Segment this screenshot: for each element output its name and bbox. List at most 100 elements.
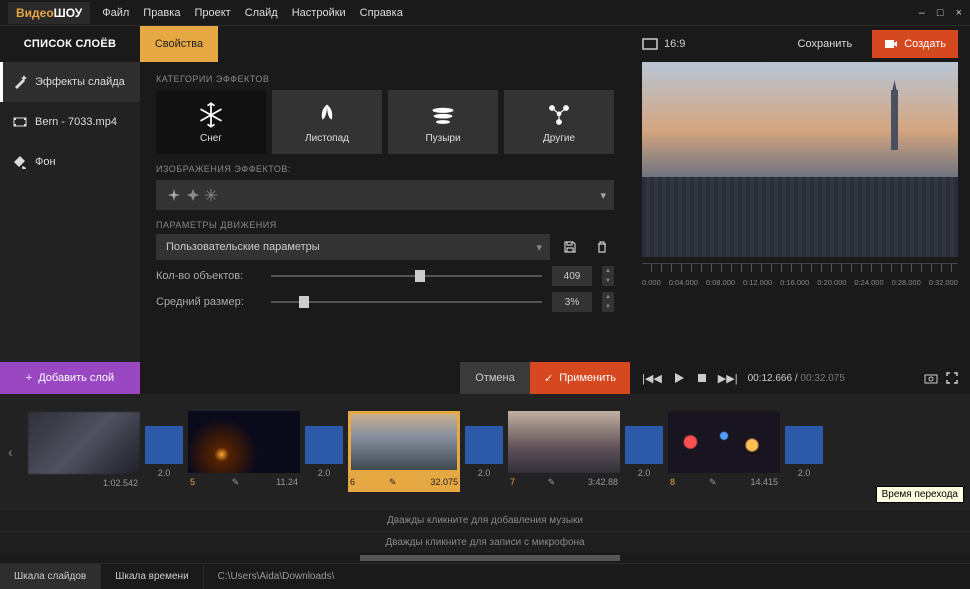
tab-properties[interactable]: Свойства <box>140 26 218 62</box>
menu-items: Файл Правка Проект Слайд Настройки Справ… <box>102 7 403 19</box>
sparkle-icon-1 <box>166 187 182 203</box>
object-count-row: Кол-во объектов: 409 ▲▼ <box>156 266 614 286</box>
transition-1[interactable]: 2.0 <box>144 426 184 478</box>
transition-4[interactable]: 2.0 <box>624 426 664 478</box>
effect-cat-other[interactable]: Другие <box>504 90 614 154</box>
menu-bar: ВидеоШОУ Файл Правка Проект Слайд Настро… <box>0 0 970 26</box>
apply-button[interactable]: ✓ Применить <box>530 362 630 394</box>
effect-cat-bubbles[interactable]: Пузыри <box>388 90 498 154</box>
size-value[interactable]: 3% <box>552 292 592 312</box>
slide-thumb-8[interactable]: 8✎14.415 <box>668 411 780 492</box>
leaves-label: Листопад <box>305 133 349 144</box>
leaf-icon <box>313 101 341 129</box>
size-label: Средний размер: <box>156 296 261 308</box>
menu-edit[interactable]: Правка <box>143 7 180 19</box>
horizontal-scrollbar[interactable] <box>0 553 970 563</box>
effect-cat-leaves[interactable]: Листопад <box>272 90 382 154</box>
sparkle-icon-3 <box>204 188 218 202</box>
delete-preset-button[interactable] <box>590 235 614 259</box>
size-slider[interactable] <box>271 301 542 303</box>
layer-effects-label: Эффекты слайда <box>35 76 125 88</box>
pencil-icon: ✎ <box>232 477 240 488</box>
mic-track[interactable]: Дважды кликните для записи с микрофона <box>0 531 970 553</box>
snowflake-icon <box>197 101 225 129</box>
count-spinner[interactable]: ▲▼ <box>602 266 614 286</box>
pencil-icon: ✎ <box>389 477 397 488</box>
motion-preset-select[interactable]: Пользовательские параметры ▾ <box>156 234 550 260</box>
transition-3[interactable]: 2.0 <box>464 426 504 478</box>
monitor-icon <box>642 38 658 50</box>
logo-text-2: ШОУ <box>54 6 83 20</box>
size-spinner[interactable]: ▲▼ <box>602 292 614 312</box>
wand-icon <box>13 75 27 89</box>
slide-thumb-partial[interactable]: 1:02.542 <box>28 412 140 492</box>
timeline-ruler[interactable]: 0.000 0:04.000 0:08.000 0:12.000 0:16.00… <box>642 263 958 287</box>
save-button[interactable]: Сохранить <box>788 32 863 56</box>
chevron-down-icon: ▾ <box>600 189 606 202</box>
layer-slide-effects[interactable]: Эффекты слайда <box>0 62 140 102</box>
thumb3-num: 6 <box>350 477 355 488</box>
minimize-icon[interactable]: – <box>919 7 925 19</box>
maximize-icon[interactable]: □ <box>937 7 944 19</box>
add-layer-button[interactable]: + Добавить слой <box>0 362 140 394</box>
window-controls: – □ × <box>919 7 962 19</box>
menu-file[interactable]: Файл <box>102 7 129 19</box>
menu-slide[interactable]: Слайд <box>245 7 278 19</box>
trans4-time: 2.0 <box>638 468 651 478</box>
add-layer-label: Добавить слой <box>38 372 114 384</box>
transition-5[interactable]: 2.0 <box>784 426 824 478</box>
effect-cat-snow[interactable]: Снег <box>156 90 266 154</box>
slide-thumb-6[interactable]: 6✎32.075 <box>348 411 460 492</box>
trans2-time: 2.0 <box>318 468 331 478</box>
tab-slide-scale[interactable]: Шкала слайдов <box>0 564 101 589</box>
sparkle-icon-2 <box>186 188 200 202</box>
create-button[interactable]: Создать <box>872 30 958 58</box>
save-preset-button[interactable] <box>558 235 582 259</box>
transition-tooltip: Время перехода <box>876 486 964 503</box>
properties-panel: КАТЕГОРИИ ЭФФЕКТОВ Снег Листопад Пузыри <box>140 62 630 362</box>
cancel-button[interactable]: Отмена <box>460 362 530 394</box>
main-area: СПИСОК СЛОЁВ Свойства Эффекты слайда Ber… <box>0 26 970 362</box>
bubbles-label: Пузыри <box>425 133 460 144</box>
layer-background[interactable]: Фон <box>0 142 140 182</box>
nodes-icon <box>545 101 573 129</box>
effect-categories: Снег Листопад Пузыри Другие <box>156 90 614 154</box>
preset-value: Пользовательские параметры <box>166 241 320 253</box>
close-icon[interactable]: × <box>956 7 962 19</box>
count-label: Кол-во объектов: <box>156 270 261 282</box>
tab-layers-list[interactable]: СПИСОК СЛОЁВ <box>0 26 140 62</box>
music-track[interactable]: Дважды кликните для добавления музыки <box>0 509 970 531</box>
aspect-ratio-selector[interactable]: 16:9 <box>642 38 685 50</box>
layer-bg-label: Фон <box>35 156 56 168</box>
trans5-time: 2.0 <box>798 468 811 478</box>
fullscreen-button[interactable] <box>946 372 958 384</box>
preview-viewport[interactable] <box>642 62 958 257</box>
prev-button[interactable]: |◀◀ <box>642 372 662 385</box>
layer-video-clip[interactable]: Bern - 7033.mp4 <box>0 102 140 142</box>
create-label: Создать <box>904 38 946 50</box>
menu-project[interactable]: Проект <box>194 7 230 19</box>
count-slider[interactable] <box>271 275 542 277</box>
effect-images-dropdown[interactable]: ▾ <box>156 180 614 210</box>
avg-size-row: Средний размер: 3% ▲▼ <box>156 292 614 312</box>
stop-button[interactable] <box>696 372 708 384</box>
menu-settings[interactable]: Настройки <box>292 7 346 19</box>
layers-props-container: Эффекты слайда Bern - 7033.mp4 Фон КАТЕГ… <box>0 62 630 362</box>
tab-time-scale[interactable]: Шкала времени <box>101 564 203 589</box>
thumbs-prev-button[interactable]: ‹ <box>8 444 24 460</box>
play-button[interactable] <box>672 371 686 385</box>
snapshot-button[interactable] <box>924 372 938 384</box>
plus-icon: + <box>26 372 32 384</box>
preview-panel: 16:9 Сохранить Создать 0.000 0:04.000 0:… <box>630 26 970 362</box>
check-icon: ✓ <box>544 372 553 385</box>
next-button[interactable]: ▶▶| <box>718 372 738 385</box>
film-icon <box>13 115 27 129</box>
app-logo: ВидеоШОУ <box>8 2 90 24</box>
slide-thumb-7[interactable]: 7✎3:42.88 <box>508 411 620 492</box>
bottom-bar: Шкала слайдов Шкала времени C:\Users\Aid… <box>0 563 970 589</box>
chevron-down-icon: ▾ <box>536 241 542 254</box>
menu-help[interactable]: Справка <box>360 7 403 19</box>
transition-2[interactable]: 2.0 <box>304 426 344 478</box>
slide-thumb-5[interactable]: 5✎11.24 <box>188 411 300 492</box>
count-value[interactable]: 409 <box>552 266 592 286</box>
